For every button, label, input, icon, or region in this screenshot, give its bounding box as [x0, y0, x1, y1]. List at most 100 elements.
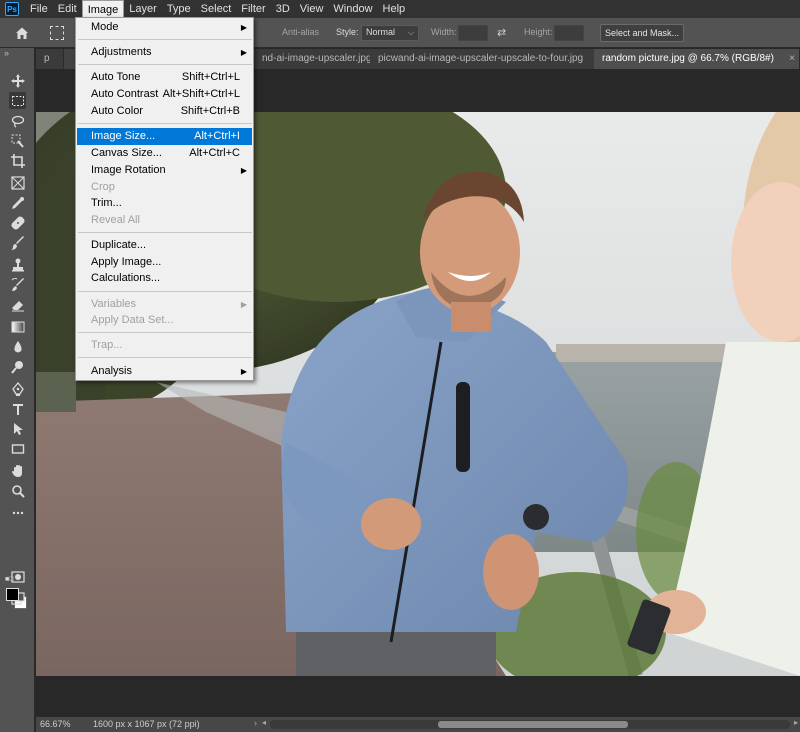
menu-item-label: Variables: [91, 298, 137, 310]
crop-tool-icon[interactable]: [9, 152, 26, 169]
menu-item-label: Auto Contrast: [91, 88, 159, 100]
chevron-right-icon[interactable]: ›: [254, 718, 257, 728]
menu-item-auto-contrast[interactable]: Auto Contrast Alt+Shift+Ctrl+L: [77, 86, 252, 103]
scrollbar-thumb[interactable]: [438, 721, 628, 728]
eraser-tool-icon[interactable]: [9, 296, 26, 313]
menu-item-duplicate[interactable]: Duplicate...: [77, 237, 252, 254]
tab-document-active[interactable]: random picture.jpg @ 66.7% (RGB/8#) ×: [594, 49, 800, 69]
scroll-left-icon[interactable]: ◂: [262, 718, 266, 727]
menu-item-adjustments[interactable]: Adjustments ▶: [77, 44, 252, 61]
submenu-arrow-icon: ▶: [240, 367, 247, 376]
brush-tool-icon[interactable]: [9, 234, 26, 251]
menu-bar: Ps File Edit Image Layer Type Select Fil…: [0, 0, 800, 18]
pen-tool-icon[interactable]: [9, 380, 26, 397]
menu-file[interactable]: File: [25, 0, 53, 18]
menu-item-variables[interactable]: Variables ▶: [77, 296, 252, 313]
foreground-color-swatch[interactable]: [6, 588, 19, 601]
menu-item-auto-color[interactable]: Auto Color Shift+Ctrl+B: [77, 103, 252, 120]
dodge-tool-icon[interactable]: [9, 358, 26, 375]
menu-image[interactable]: Image: [81, 0, 125, 18]
panel-collapse-icon[interactable]: »: [4, 48, 9, 58]
menu-item-label: Reveal All: [91, 214, 140, 226]
menu-item-shortcut: Alt+Shift+Ctrl+L: [162, 88, 240, 100]
blur-tool-icon[interactable]: [9, 338, 26, 355]
anti-alias-label: Anti-alias: [282, 27, 320, 37]
width-field[interactable]: [458, 25, 488, 41]
menu-item-canvas-size[interactable]: Canvas Size... Alt+Ctrl+C: [77, 145, 252, 162]
menu-item-label: Apply Image...: [91, 256, 162, 268]
menu-layer[interactable]: Layer: [124, 0, 162, 18]
menu-separator: [78, 332, 252, 333]
menu-item-calculations[interactable]: Calculations...: [77, 270, 252, 287]
menu-separator: [78, 39, 252, 40]
tab-document-3[interactable]: picwand-ai-image-upscaler-upscale-to-fou…: [370, 49, 596, 69]
type-tool-icon[interactable]: [9, 400, 26, 417]
menu-item-label: Mode: [91, 21, 119, 33]
gradient-tool-icon[interactable]: [9, 318, 26, 335]
marquee-preset-icon[interactable]: [50, 26, 64, 40]
menu-item-label: Trim...: [91, 197, 122, 209]
zoom-tool-icon[interactable]: [9, 482, 26, 499]
clone-stamp-icon[interactable]: [9, 256, 26, 273]
menu-item-shortcut: Shift+Ctrl+L: [181, 71, 240, 83]
menu-item-mode[interactable]: Mode ▶: [77, 19, 252, 36]
image-menu-dropdown: Mode ▶ Adjustments ▶ Auto Tone Shift+Ctr…: [75, 17, 254, 381]
history-brush-icon[interactable]: [9, 276, 26, 293]
menu-filter[interactable]: Filter: [236, 0, 270, 18]
menu-help[interactable]: Help: [378, 0, 411, 18]
eyedropper-tool-icon[interactable]: [9, 194, 26, 211]
horizontal-scrollbar[interactable]: [270, 720, 790, 729]
status-bar: 66.67% 1600 px x 1067 px (72 ppi) › ◂ ▸: [36, 716, 800, 732]
submenu-arrow-icon: ▶: [240, 23, 247, 32]
menu-window[interactable]: Window: [328, 0, 377, 18]
style-select-value: Normal: [366, 27, 396, 37]
menu-item-apply-data-set[interactable]: Apply Data Set...: [77, 312, 252, 329]
tab-label: p: [44, 53, 50, 64]
menu-item-image-rotation[interactable]: Image Rotation ▶: [77, 162, 252, 179]
menu-item-label: Calculations...: [91, 272, 161, 284]
menu-item-crop[interactable]: Crop: [77, 179, 252, 196]
quick-mask-icon[interactable]: [9, 568, 26, 585]
lasso-tool-icon[interactable]: [9, 112, 26, 129]
tab-document-1[interactable]: p: [36, 49, 64, 69]
tools-panel: » ■□: [0, 48, 35, 732]
select-and-mask-button[interactable]: Select and Mask...: [600, 24, 684, 42]
menu-edit[interactable]: Edit: [53, 0, 82, 18]
submenu-arrow-icon: ▶: [240, 300, 247, 309]
menu-item-image-size[interactable]: Image Size... Alt+Ctrl+I: [77, 128, 252, 145]
submenu-arrow-icon: ▶: [240, 48, 247, 57]
height-field[interactable]: [554, 25, 584, 41]
move-tool-icon[interactable]: [9, 72, 26, 89]
height-label: Height:: [524, 27, 553, 37]
style-select[interactable]: Normal ⌵: [361, 25, 419, 41]
menu-item-reveal-all[interactable]: Reveal All: [77, 212, 252, 229]
menu-separator: [78, 64, 252, 65]
path-select-icon[interactable]: [9, 420, 26, 437]
menu-type[interactable]: Type: [162, 0, 196, 18]
menu-item-apply-image[interactable]: Apply Image...: [77, 254, 252, 271]
menu-item-auto-tone[interactable]: Auto Tone Shift+Ctrl+L: [77, 69, 252, 86]
rectangle-tool-icon[interactable]: [9, 440, 26, 457]
menu-select[interactable]: Select: [196, 0, 237, 18]
menu-item-analysis[interactable]: Analysis ▶: [77, 363, 252, 380]
close-icon[interactable]: ×: [789, 49, 795, 69]
menu-item-label: Canvas Size...: [91, 147, 162, 159]
menu-item-trap[interactable]: Trap...: [77, 337, 252, 354]
healing-brush-icon[interactable]: [9, 214, 26, 231]
more-tools-icon[interactable]: [9, 504, 26, 521]
marquee-tool-icon[interactable]: [9, 92, 26, 109]
swap-icon[interactable]: ⇄: [497, 26, 506, 39]
menu-item-label: Auto Tone: [91, 71, 141, 83]
frame-tool-icon[interactable]: [9, 174, 26, 191]
quick-select-tool-icon[interactable]: [9, 132, 26, 149]
scroll-right-icon[interactable]: ▸: [794, 718, 798, 727]
style-label: Style:: [336, 27, 359, 37]
width-label: Width:: [431, 27, 457, 37]
menu-item-trim[interactable]: Trim...: [77, 195, 252, 212]
menu-3d[interactable]: 3D: [271, 0, 295, 18]
chevron-down-icon: ⌵: [407, 28, 414, 37]
zoom-level[interactable]: 66.67%: [40, 719, 71, 729]
menu-view[interactable]: View: [295, 0, 329, 18]
home-icon[interactable]: [14, 25, 30, 41]
hand-tool-icon[interactable]: [9, 462, 26, 479]
